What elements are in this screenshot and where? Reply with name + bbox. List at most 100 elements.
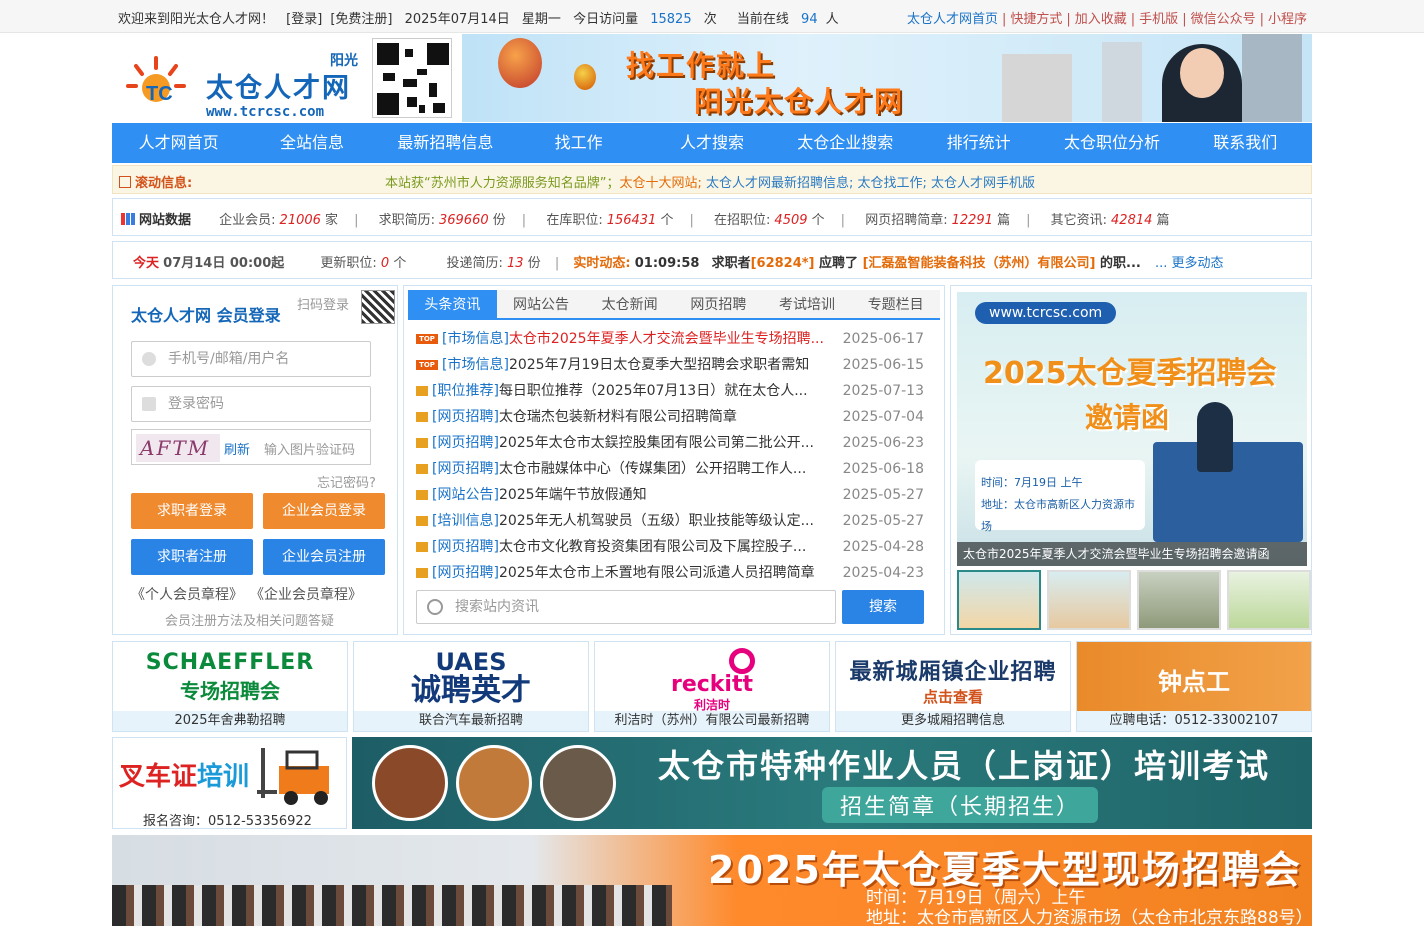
tab-taicang-news[interactable]: 太仓新闻	[585, 290, 674, 318]
wechat-link[interactable]: 微信公众号	[1191, 12, 1256, 27]
company-login-button[interactable]: 企业会员登录	[263, 493, 385, 529]
training-ad[interactable]: 太仓市特种作业人员（上岗证）培训考试 招生简章（长期招生）	[352, 737, 1312, 829]
mobile-link[interactable]: 手机版	[1139, 12, 1178, 27]
qr-login-icon[interactable]	[361, 290, 395, 324]
date-text: 2025年07月14日	[404, 12, 510, 27]
slide-image[interactable]: www.tcrcsc.com 2025太仓夏季招聘会 邀请函 时间：7月19日 …	[957, 292, 1307, 566]
scroll-text[interactable]: 本站获“苏州市人力资源服务知名品牌”；太仓十大网站; 太仓人才网最新招聘信息; …	[385, 172, 1035, 191]
thumbnail-4[interactable]	[1227, 570, 1311, 630]
news-panel: 头条资讯 网站公告 太仓新闻 网页招聘 考试培训 专题栏目 TOP [市场信息]太…	[403, 285, 945, 635]
news-category[interactable]: [网页招聘]	[432, 435, 499, 451]
scan-login-link[interactable]: 扫码登录	[297, 294, 349, 313]
news-item[interactable]: [网页招聘]太仓瑞杰包装新材料有限公司招聘简章 2025-07-04	[416, 404, 936, 430]
thumbnail-1[interactable]	[957, 570, 1041, 630]
news-search-button[interactable]: 搜索	[842, 590, 924, 624]
live-feed[interactable]: 求职者[62824*] 应聘了 [汇磊盈智能装备科技（苏州）有限公司] 的职..…	[712, 256, 1141, 271]
captcha-refresh[interactable]: 刷新	[224, 439, 250, 458]
header-banner[interactable]: 找工作就上 阳光太仓人才网	[462, 34, 1312, 122]
nav-home[interactable]: 人才网首页	[112, 123, 245, 163]
nav-job-analysis[interactable]: 太仓职位分析	[1045, 123, 1178, 163]
captcha-input[interactable]: 输入图片验证码	[264, 439, 355, 458]
company-register-button[interactable]: 企业会员注册	[263, 539, 385, 575]
news-item[interactable]: [网页招聘]太仓市文化教育投资集团有限公司及下属控股子... 2025-04-28	[416, 534, 936, 560]
nav-contact[interactable]: 联系我们	[1179, 123, 1312, 163]
news-category[interactable]: [网页招聘]	[432, 461, 499, 477]
top-badge-icon: TOP	[416, 334, 438, 344]
news-category[interactable]: [网页招聘]	[432, 539, 499, 555]
home-link[interactable]: 太仓人才网首页	[907, 12, 998, 27]
news-category[interactable]: [网页招聘]	[432, 565, 499, 581]
tab-exam-training[interactable]: 考试培训	[763, 290, 852, 318]
tab-announcements[interactable]: 网站公告	[497, 290, 586, 318]
news-title[interactable]: 2025年7月19日太仓夏季大型招聘会求职者需知	[509, 357, 809, 373]
register-faq-link[interactable]: 会员注册方法及相关问题答疑	[165, 610, 334, 629]
ad-uaes[interactable]: UAES 诚聘英才 联合汽车最新招聘	[353, 641, 589, 732]
favorite-link[interactable]: 加入收藏	[1075, 12, 1127, 27]
seeker-login-button[interactable]: 求职者登录	[131, 493, 253, 529]
seeker-register-button[interactable]: 求职者注册	[131, 539, 253, 575]
thumbnail-3[interactable]	[1137, 570, 1221, 630]
forklift-ad[interactable]: 叉车证培训 报名咨询：0512-53356922	[112, 737, 347, 829]
thumbnail-2[interactable]	[1047, 570, 1131, 630]
more-activity-link[interactable]: ... 更多动态	[1155, 256, 1224, 271]
password-input[interactable]: 登录密码	[131, 386, 371, 422]
news-title[interactable]: 2025年无人机驾驶员（五级）职业技能等级认定...	[499, 513, 814, 529]
personal-rules-link[interactable]: 《个人会员章程》	[131, 587, 243, 603]
news-item[interactable]: [网页招聘]太仓市融媒体中心（传媒集团）公开招聘工作人... 2025-06-18	[416, 456, 936, 482]
miniprogram-link[interactable]: 小程序	[1268, 12, 1307, 27]
news-date: 2025-04-23	[842, 565, 924, 581]
news-category[interactable]: [市场信息]	[442, 357, 509, 373]
news-title[interactable]: 每日职位推荐（2025年07月13日）就在太仓人...	[499, 383, 808, 399]
site-logo[interactable]: TC 阳光 太仓人才网 www.tcrcsc.com	[120, 44, 360, 120]
news-item[interactable]: TOP [市场信息]太仓市2025年夏季人才交流会暨毕业生专场招聘... 2025-…	[416, 326, 936, 352]
shortcut-link[interactable]: 快捷方式	[1010, 12, 1062, 27]
job-fair-banner[interactable]: 2025年太仓夏季大型现场招聘会 时间：7月19日（周六）上午 地址：太仓市高新…	[112, 835, 1312, 926]
news-category[interactable]: [培训信息]	[432, 513, 499, 529]
nav-all-info[interactable]: 全站信息	[245, 123, 378, 163]
nav-company-search[interactable]: 太仓企业搜索	[779, 123, 912, 163]
captcha-image[interactable]: AFTM	[136, 434, 220, 462]
news-title[interactable]: 太仓市文化教育投资集团有限公司及下属控股子...	[499, 539, 806, 555]
news-item[interactable]: [职位推荐]每日职位推荐（2025年07月13日）就在太仓人... 2025-07…	[416, 378, 936, 404]
news-category[interactable]: [网页招聘]	[432, 409, 499, 425]
nav-talent-search[interactable]: 人才搜索	[645, 123, 778, 163]
news-title[interactable]: 太仓市融媒体中心（传媒集团）公开招聘工作人...	[499, 461, 806, 477]
news-search-input[interactable]: 搜索站内资讯	[416, 590, 836, 624]
tab-headlines[interactable]: 头条资讯	[408, 290, 497, 318]
news-tabs: 头条资讯 网站公告 太仓新闻 网页招聘 考试培训 专题栏目	[408, 290, 940, 320]
register-link[interactable]: [免费注册]	[330, 12, 392, 27]
ad-reckitt[interactable]: reckitt 利洁时 利洁时（苏州）有限公司最新招聘	[594, 641, 830, 732]
forgot-password-link[interactable]: 忘记密码?	[317, 472, 376, 491]
ad-hourly-label: 应聘电话：0512-33002107	[1077, 711, 1311, 731]
news-title[interactable]: 2025年太仓市太鋘控股集团有限公司第二批公开...	[499, 435, 814, 451]
ad-reckitt-art: reckitt 利洁时	[595, 642, 829, 712]
ad-chengxiang[interactable]: 最新城厢镇企业招聘 点击查看 更多城厢招聘信息	[835, 641, 1071, 732]
news-item[interactable]: TOP [市场信息]2025年7月19日太仓夏季大型招聘会求职者需知 2025-06…	[416, 352, 936, 378]
news-item[interactable]: [网站公告]2025年端午节放假通知 2025-05-27	[416, 482, 936, 508]
online-count: 94	[801, 12, 818, 27]
news-category[interactable]: [市场信息]	[442, 331, 509, 347]
news-category[interactable]: [网站公告]	[432, 487, 499, 503]
tab-web-recruit[interactable]: 网页招聘	[674, 290, 763, 318]
news-item[interactable]: [网页招聘]2025年太仓市太鋘控股集团有限公司第二批公开... 2025-06-…	[416, 430, 936, 456]
nav-ranking[interactable]: 排行统计	[912, 123, 1045, 163]
login-link[interactable]: [登录]	[286, 12, 322, 27]
news-title[interactable]: 2025年端午节放假通知	[499, 487, 647, 503]
bar-chart-icon	[121, 213, 135, 225]
nav-latest-jobs[interactable]: 最新招聘信息	[379, 123, 512, 163]
news-title[interactable]: 2025年太仓市上禾置地有限公司派遣人员招聘简章	[499, 565, 815, 581]
ad-hourly[interactable]: 钟点工 应聘电话：0512-33002107	[1076, 641, 1312, 732]
tab-topics[interactable]: 专题栏目	[851, 290, 940, 318]
ad-schaeffler[interactable]: SCHAEFFLER 专场招聘会 2025年舍弗勒招聘	[112, 641, 348, 732]
username-input[interactable]: 手机号/邮箱/用户名	[131, 341, 371, 377]
nav-find-job[interactable]: 找工作	[512, 123, 645, 163]
ad-row: SCHAEFFLER 专场招聘会 2025年舍弗勒招聘 UAES 诚聘英才 联合汽车…	[112, 641, 1312, 732]
news-title[interactable]: 太仓瑞杰包装新材料有限公司招聘简章	[499, 409, 737, 425]
company-rules-link[interactable]: 《企业会员章程》	[257, 587, 362, 603]
news-item[interactable]: [网页招聘]2025年太仓市上禾置地有限公司派遣人员招聘简章 2025-04-23	[416, 560, 936, 586]
news-item[interactable]: [培训信息]2025年无人机驾驶员（五级）职业技能等级认定... 2025-05-…	[416, 508, 936, 534]
news-title[interactable]: 太仓市2025年夏季人才交流会暨毕业生专场招聘...	[509, 331, 824, 347]
news-category[interactable]: [职位推荐]	[432, 383, 499, 399]
banner-line1: 找工作就上	[626, 49, 777, 82]
top-bar-left: 欢迎来到阳光太仓人才网！ [登录] [免费注册] 2025年07月14日 星期一 …	[118, 8, 855, 27]
